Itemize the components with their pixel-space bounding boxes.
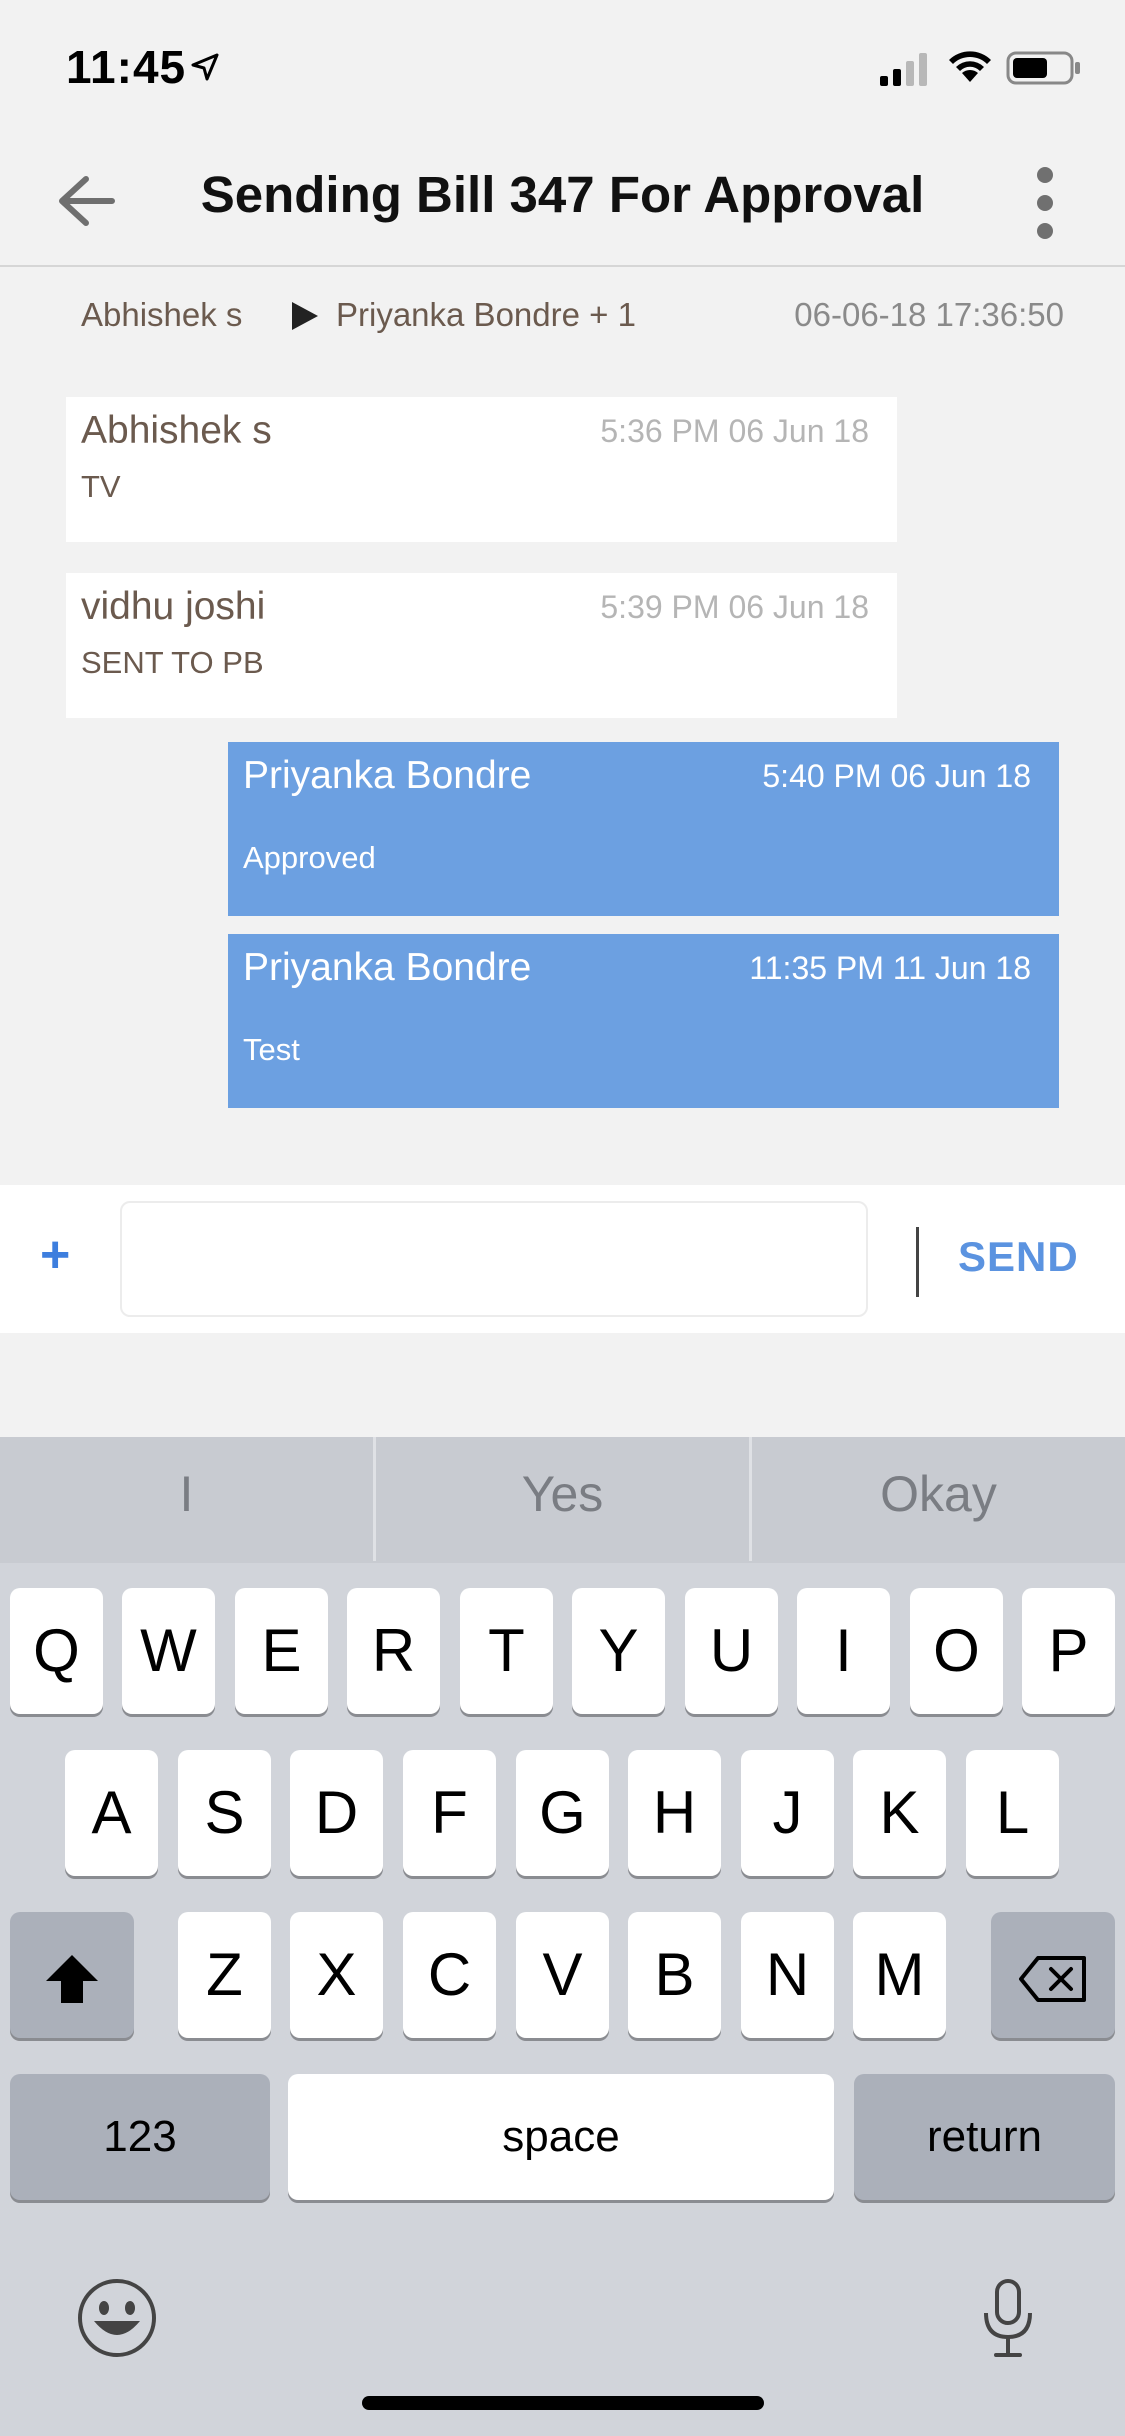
shift-arrow-icon [46, 1955, 98, 2004]
key-i[interactable]: I [797, 1588, 890, 1714]
message-sender: Priyanka Bondre [243, 754, 532, 797]
key-p[interactable]: P [1022, 1588, 1115, 1714]
key-w[interactable]: W [122, 1588, 215, 1714]
composer-bar: + SEND [0, 1185, 1125, 1333]
thread-timestamp: 06-06-18 17:36:50 [794, 296, 1064, 333]
message-time: 5:36 PM 06 Jun 18 [600, 413, 869, 449]
message-sender: Priyanka Bondre [243, 946, 532, 989]
page-title: Sending Bill 347 For Approval [200, 166, 925, 223]
message-sender: vidhu joshi [81, 585, 266, 628]
nav-bar: Sending Bill 347 For Approval [0, 135, 1125, 267]
wifi-icon [949, 51, 991, 82]
key-h[interactable]: H [628, 1750, 721, 1876]
key-s[interactable]: S [178, 1750, 271, 1876]
message-time: 5:39 PM 06 Jun 18 [600, 589, 869, 625]
message-bubble[interactable]: vidhu joshi 5:39 PM 06 Jun 18 SENT TO PB [66, 573, 897, 718]
key-e[interactable]: E [235, 1588, 328, 1714]
key-r[interactable]: R [347, 1588, 440, 1714]
numbers-key[interactable]: 123 [10, 2074, 270, 2200]
message-time: 11:35 PM 11 Jun 18 [749, 950, 1031, 986]
location-arrow-icon [191, 53, 219, 81]
space-key[interactable]: space [288, 2074, 834, 2200]
message-text: TV [81, 469, 121, 504]
shift-key[interactable] [10, 1912, 134, 2038]
attach-button[interactable]: + [40, 1225, 80, 1285]
message-text: Approved [243, 840, 376, 875]
key-y[interactable]: Y [572, 1588, 665, 1714]
key-t[interactable]: T [460, 1588, 553, 1714]
thread-to: Priyanka Bondre + 1 [336, 296, 636, 333]
key-k[interactable]: K [853, 1750, 946, 1876]
key-a[interactable]: A [65, 1750, 158, 1876]
suggestion-item[interactable]: Okay [752, 1437, 1125, 1563]
message-bubble[interactable]: Priyanka Bondre 11:35 PM 11 Jun 18 Test [228, 934, 1059, 1108]
home-indicator[interactable] [362, 2396, 764, 2410]
key-z[interactable]: Z [178, 1912, 271, 2038]
thread-route: Abhishek s Priyanka Bondre + 1 06-06-18 … [0, 296, 1125, 346]
text-cursor [916, 1227, 919, 1297]
key-v[interactable]: V [516, 1912, 609, 2038]
suggestion-item[interactable]: Yes [376, 1437, 749, 1563]
thread-from: Abhishek s [81, 296, 243, 333]
message-bubble[interactable]: Priyanka Bondre 5:40 PM 06 Jun 18 Approv… [228, 742, 1059, 916]
key-m[interactable]: M [853, 1912, 946, 2038]
message-text: Test [243, 1032, 300, 1067]
key-j[interactable]: J [741, 1750, 834, 1876]
message-text: SENT TO PB [81, 645, 264, 680]
key-n[interactable]: N [741, 1912, 834, 2038]
send-button[interactable]: SEND [958, 1233, 1079, 1281]
keyboard: I Yes Okay Q W E R T Y U I O P A S D F G… [0, 1437, 1125, 2436]
key-o[interactable]: O [910, 1588, 1003, 1714]
key-b[interactable]: B [628, 1912, 721, 2038]
key-q[interactable]: Q [10, 1588, 103, 1714]
status-bar: 11:45 [0, 0, 1125, 135]
key-x[interactable]: X [290, 1912, 383, 2038]
delete-key[interactable] [991, 1912, 1115, 2038]
battery-icon [1006, 51, 1080, 85]
key-f[interactable]: F [403, 1750, 496, 1876]
return-key[interactable]: return [854, 2074, 1115, 2200]
message-sender: Abhishek s [81, 409, 272, 452]
back-arrow-icon[interactable] [52, 171, 118, 231]
suggestion-item[interactable]: I [0, 1437, 373, 1563]
key-d[interactable]: D [290, 1750, 383, 1876]
key-l[interactable]: L [966, 1750, 1059, 1876]
key-u[interactable]: U [685, 1588, 778, 1714]
key-c[interactable]: C [403, 1912, 496, 2038]
key-g[interactable]: G [516, 1750, 609, 1876]
suggestion-bar: I Yes Okay [0, 1437, 1125, 1563]
cellular-signal-icon [880, 53, 927, 86]
more-options-icon[interactable] [1030, 163, 1060, 243]
message-time: 5:40 PM 06 Jun 18 [762, 758, 1031, 794]
message-input[interactable] [120, 1201, 868, 1317]
emoji-icon[interactable] [76, 2277, 158, 2359]
status-time: 11:45 [66, 41, 187, 93]
backspace-icon [1019, 1956, 1086, 2003]
play-arrow-icon [292, 302, 318, 330]
microphone-icon[interactable] [980, 2277, 1036, 2359]
message-bubble[interactable]: Abhishek s 5:36 PM 06 Jun 18 TV [66, 397, 897, 542]
